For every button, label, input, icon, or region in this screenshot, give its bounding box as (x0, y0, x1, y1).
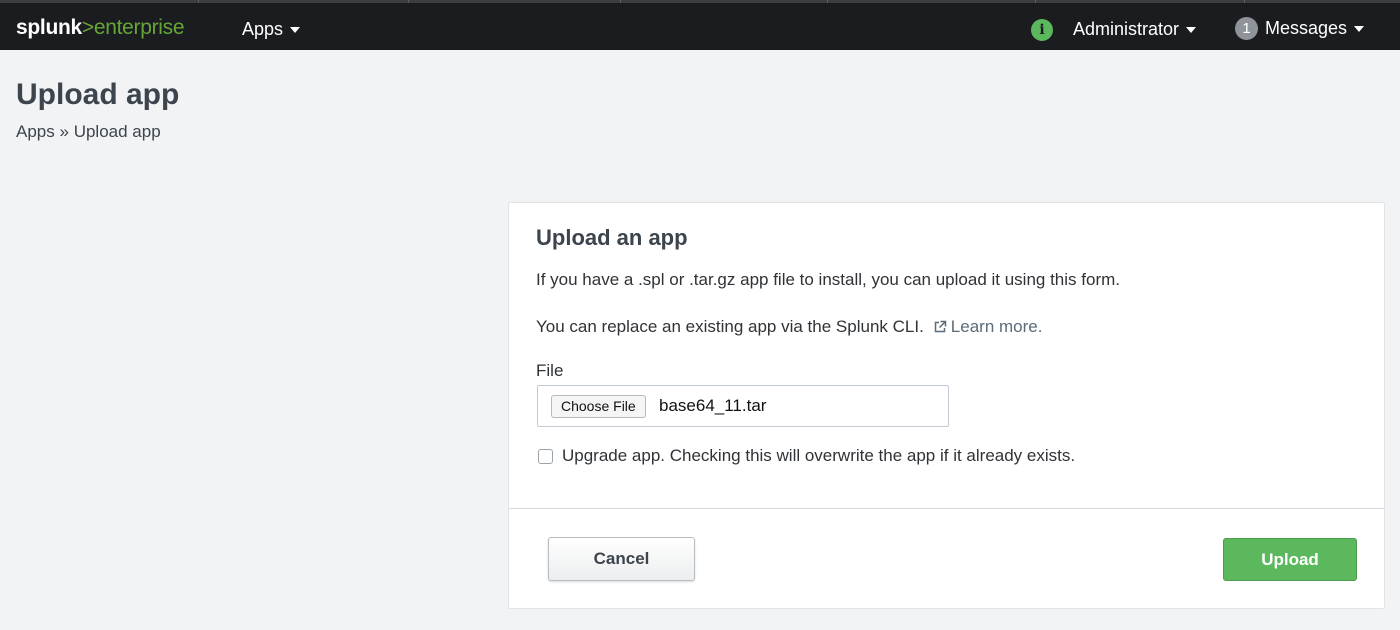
file-label: File (536, 361, 564, 380)
selected-file-name: base64_11.tar (659, 396, 767, 415)
info-icon[interactable]: i (1031, 19, 1053, 41)
upgrade-app-label: Upgrade app. Checking this will overwrit… (562, 446, 1076, 465)
card-title: Upload an app (536, 225, 688, 250)
caret-down-icon (1186, 26, 1197, 33)
logo-chevron: > (81, 16, 94, 39)
upgrade-app-option[interactable]: Upgrade app. Checking this will overwrit… (538, 446, 1075, 466)
breadcrumb-apps-link[interactable]: Apps (16, 122, 55, 141)
splunk-enterprise-logo[interactable]: splunk>enterprise (16, 16, 185, 40)
replace-app-text: You can replace an existing app via the … (536, 317, 1042, 337)
breadcrumb: Apps » Upload app (16, 122, 161, 142)
caret-down-icon (1354, 25, 1365, 32)
page-title: Upload app (16, 78, 180, 111)
messages-count-badge: 1 (1235, 17, 1258, 40)
top-navigation-bar: splunk>enterprise Apps i Administrator 1… (0, 0, 1400, 50)
apps-menu-label: Apps (242, 19, 284, 39)
upload-description: If you have a .spl or .tar.gz app file t… (536, 270, 1120, 289)
cancel-button[interactable]: Cancel (548, 537, 695, 581)
external-link-icon (933, 320, 947, 334)
logo-splunk: splunk (16, 16, 82, 39)
learn-more-link[interactable]: Learn more. (951, 317, 1043, 337)
messages-menu[interactable]: 1 Messages (1235, 17, 1365, 40)
upload-button[interactable]: Upload (1223, 538, 1357, 581)
file-input[interactable]: Choose File base64_11.tar (537, 385, 949, 427)
footer-divider (509, 508, 1384, 509)
user-menu[interactable]: Administrator (1073, 19, 1197, 40)
messages-menu-label: Messages (1265, 18, 1348, 38)
breadcrumb-current: Upload app (73, 122, 161, 141)
upload-app-card: Upload an app If you have a .spl or .tar… (508, 202, 1385, 609)
choose-file-button[interactable]: Choose File (551, 395, 646, 418)
logo-enterprise: enterprise (93, 16, 185, 39)
user-menu-label: Administrator (1073, 19, 1180, 39)
replace-app-label: You can replace an existing app via the … (536, 317, 924, 336)
caret-down-icon (290, 26, 301, 33)
upgrade-app-checkbox[interactable] (538, 448, 553, 464)
apps-menu[interactable]: Apps (242, 19, 301, 40)
breadcrumb-separator: » (59, 122, 69, 141)
